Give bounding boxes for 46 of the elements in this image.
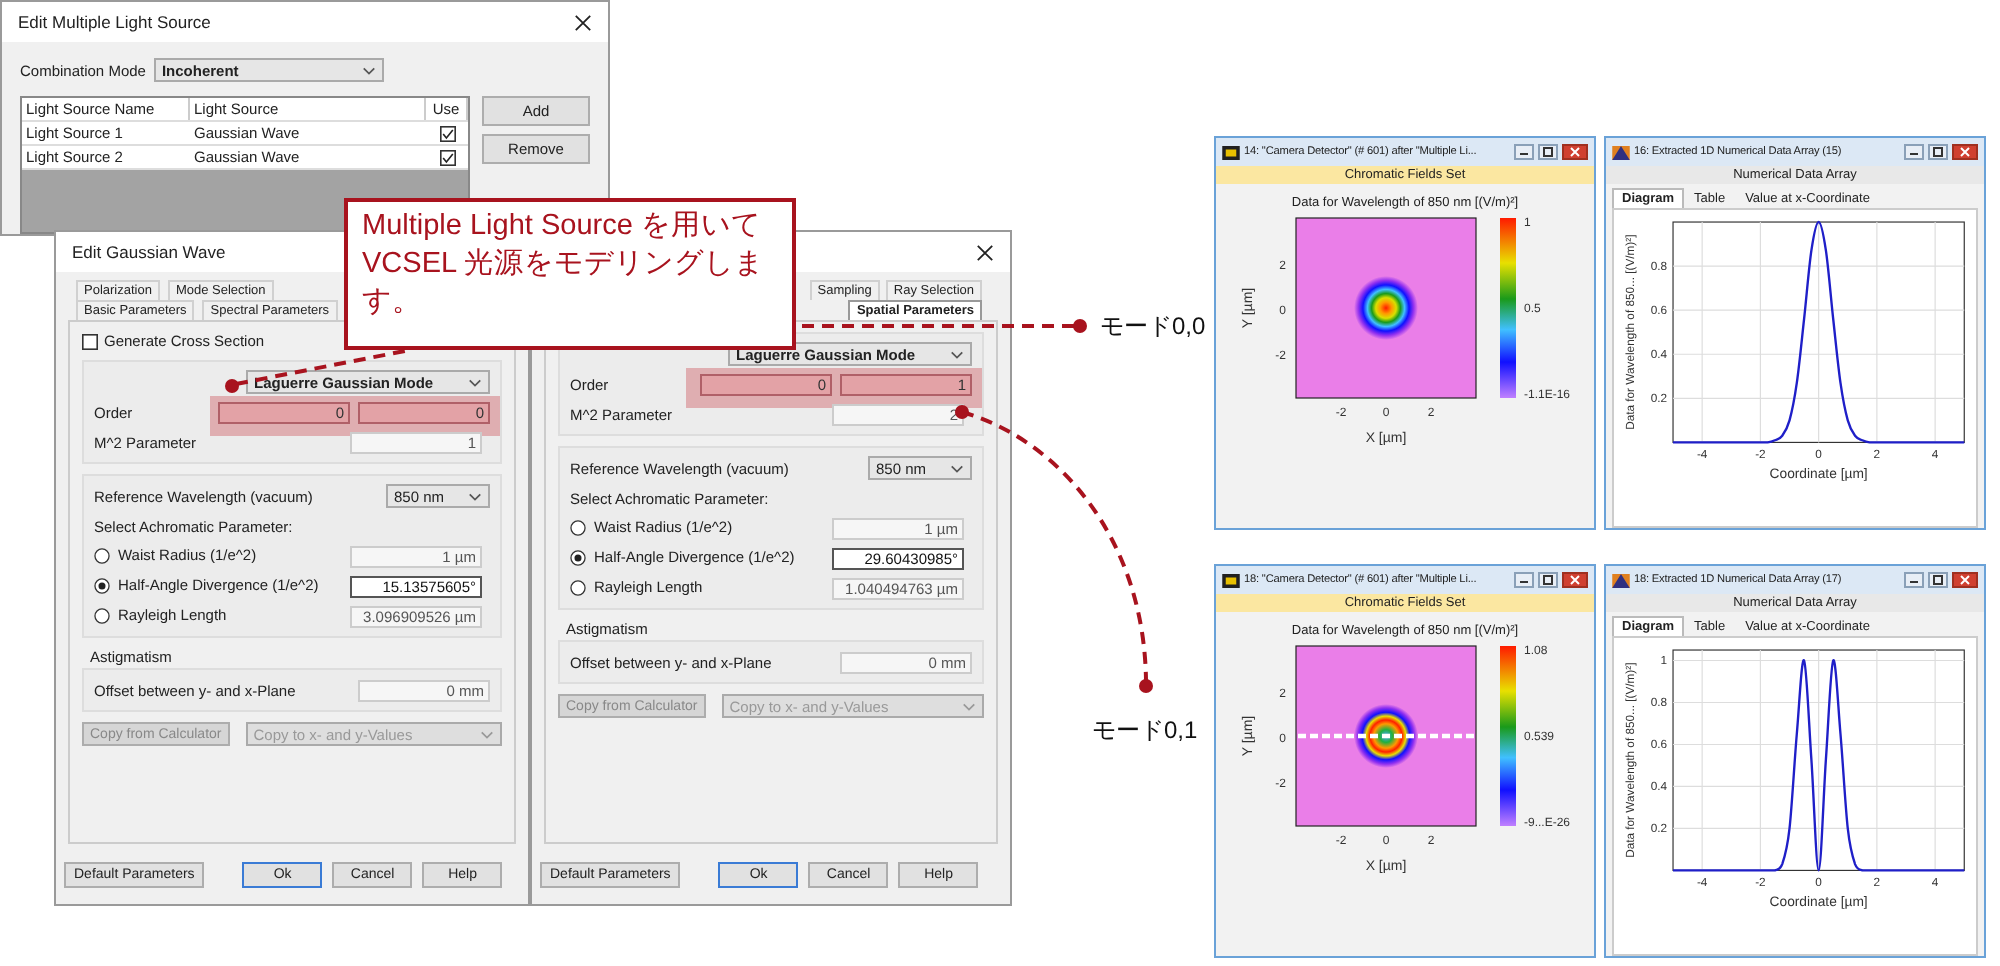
radio-button[interactable]: [570, 580, 586, 596]
close-icon: [1954, 574, 1976, 586]
maximize-button[interactable]: [1538, 144, 1558, 160]
radio-button[interactable]: [94, 578, 110, 594]
radio-button[interactable]: [94, 548, 110, 564]
close-icon: [1564, 574, 1586, 586]
maximize-icon: [1540, 146, 1556, 158]
mode-label: モード0,0: [1100, 310, 1206, 344]
close-icon[interactable]: [976, 243, 994, 261]
radio-button[interactable]: [570, 520, 586, 536]
caret-icon: [468, 377, 482, 387]
maximize-icon: [1930, 574, 1946, 586]
app-icon: [1222, 573, 1240, 587]
maximize-button[interactable]: [1928, 572, 1948, 588]
close-button[interactable]: [1562, 572, 1588, 588]
caret-icon: [480, 729, 494, 739]
app-icon: [1612, 573, 1630, 587]
app-icon: [1612, 145, 1630, 159]
maximize-icon: [1540, 574, 1556, 586]
close-icon: [1954, 146, 1976, 158]
caret-icon: [468, 491, 482, 501]
close-button[interactable]: [1952, 572, 1978, 588]
checkbox[interactable]: [439, 149, 455, 165]
minimize-button[interactable]: [1904, 572, 1924, 588]
minimize-button[interactable]: [1514, 572, 1534, 588]
close-button[interactable]: [1952, 144, 1978, 160]
close-icon: [1564, 146, 1586, 158]
caret-icon: [361, 65, 376, 75]
checkbox[interactable]: [82, 333, 98, 349]
maximize-button[interactable]: [1538, 572, 1558, 588]
minimize-button[interactable]: [1904, 144, 1924, 160]
radio-button[interactable]: [94, 608, 110, 624]
checkbox[interactable]: [439, 125, 455, 141]
minimize-button[interactable]: [1514, 144, 1534, 160]
close-icon[interactable]: [574, 13, 592, 31]
callout-note: Multiple Light Source を用いて VCSEL 光源をモデリングします。: [344, 198, 796, 350]
caret-icon: [962, 701, 976, 711]
close-button[interactable]: [1562, 144, 1588, 160]
radio-button[interactable]: [570, 550, 586, 566]
mode-label: モード0,1: [1092, 714, 1198, 748]
window-title: Edit Multiple Light Source: [18, 12, 213, 32]
caret-icon: [950, 463, 964, 473]
caret-icon: [950, 349, 964, 359]
app-icon: [1222, 145, 1240, 159]
maximize-icon: [1930, 146, 1946, 158]
maximize-button[interactable]: [1928, 144, 1948, 160]
